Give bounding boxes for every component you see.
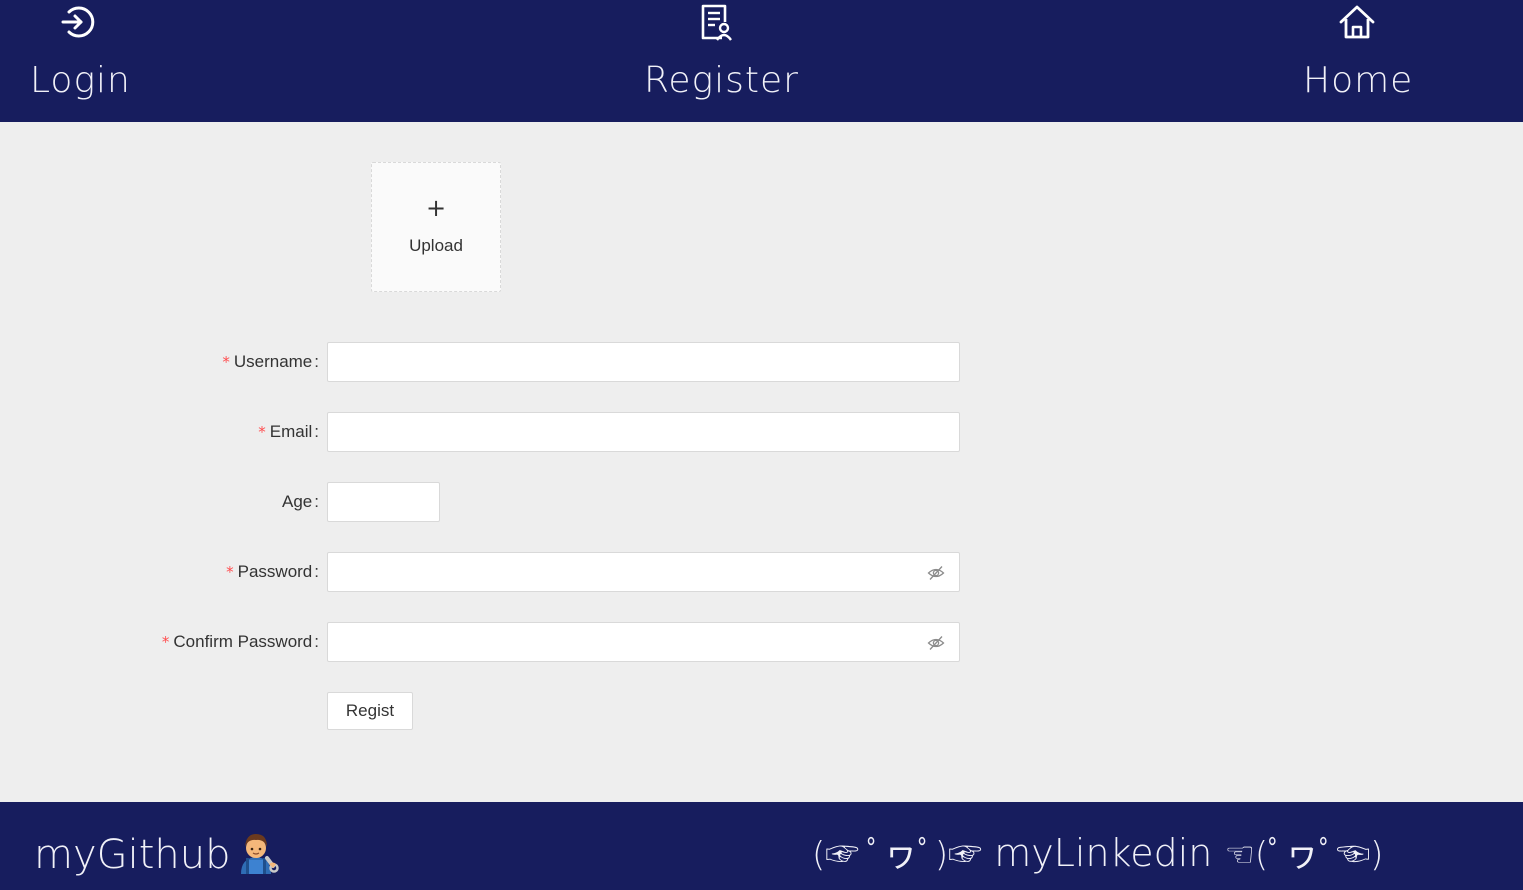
- confirm-password-field[interactable]: [327, 622, 960, 662]
- nav-home[interactable]: Home: [1300, 0, 1430, 122]
- password-field[interactable]: [327, 552, 960, 592]
- password-label: * Password:: [226, 562, 319, 581]
- form-row-password: * Password:: [0, 552, 1523, 592]
- linkedin-label: myLinkedin: [982, 831, 1225, 875]
- confirm-password-label: * Confirm Password:: [161, 632, 319, 651]
- username-label: * Username:: [222, 352, 319, 371]
- email-field[interactable]: [327, 412, 960, 452]
- nav-register[interactable]: Register: [640, 0, 800, 122]
- home-icon: [1337, 2, 1377, 42]
- regist-button[interactable]: Regist: [327, 692, 413, 730]
- plus-icon: +: [425, 194, 447, 222]
- kaomoji-right: ☜(ﾟヮﾟ☜): [1224, 835, 1384, 875]
- nav-home-label: Home: [1303, 60, 1414, 101]
- age-input[interactable]: [328, 483, 439, 521]
- nav-login[interactable]: Login: [28, 0, 138, 122]
- linkedin-link[interactable]: (☞ ﾟヮﾟ)☞ myLinkedin ☜(ﾟヮﾟ☜): [812, 828, 1383, 880]
- username-field[interactable]: [327, 342, 960, 382]
- required-mark: *: [226, 563, 234, 581]
- footer: myGithub (☞ ﾟヮﾟ)☞ myLinkedin ☜(ﾟヮﾟ☜): [0, 802, 1523, 890]
- password-input[interactable]: [328, 553, 959, 591]
- mechanic-emoji: [233, 828, 279, 874]
- avatar-upload[interactable]: + Upload: [371, 162, 501, 292]
- form-row-age: Age:: [0, 482, 1523, 522]
- email-input[interactable]: [328, 413, 959, 451]
- nav-register-label: Register: [644, 60, 799, 101]
- kaomoji-left: (☞ ﾟヮﾟ)☞: [812, 835, 983, 875]
- form-row-confirm-password: * Confirm Password:: [0, 622, 1523, 662]
- eye-invisible-icon[interactable]: [927, 634, 945, 652]
- register-icon: [695, 2, 735, 42]
- top-nav: Login Register Home: [0, 0, 1523, 122]
- nav-login-label: Login: [30, 60, 131, 101]
- required-mark: *: [161, 633, 170, 651]
- age-label: Age:: [282, 492, 319, 511]
- confirm-password-input[interactable]: [328, 623, 959, 661]
- email-label: * Email:: [258, 422, 319, 441]
- upload-label: Upload: [409, 236, 463, 255]
- required-mark: *: [222, 353, 230, 371]
- eye-invisible-icon[interactable]: [927, 564, 945, 582]
- required-mark: *: [258, 423, 266, 441]
- form-row-username: * Username:: [0, 342, 1523, 382]
- github-label: myGithub: [34, 832, 231, 878]
- age-field[interactable]: [327, 482, 440, 522]
- form-row-email: * Email:: [0, 412, 1523, 452]
- login-icon: [58, 2, 98, 42]
- username-input[interactable]: [328, 343, 959, 381]
- github-link[interactable]: myGithub: [34, 828, 279, 880]
